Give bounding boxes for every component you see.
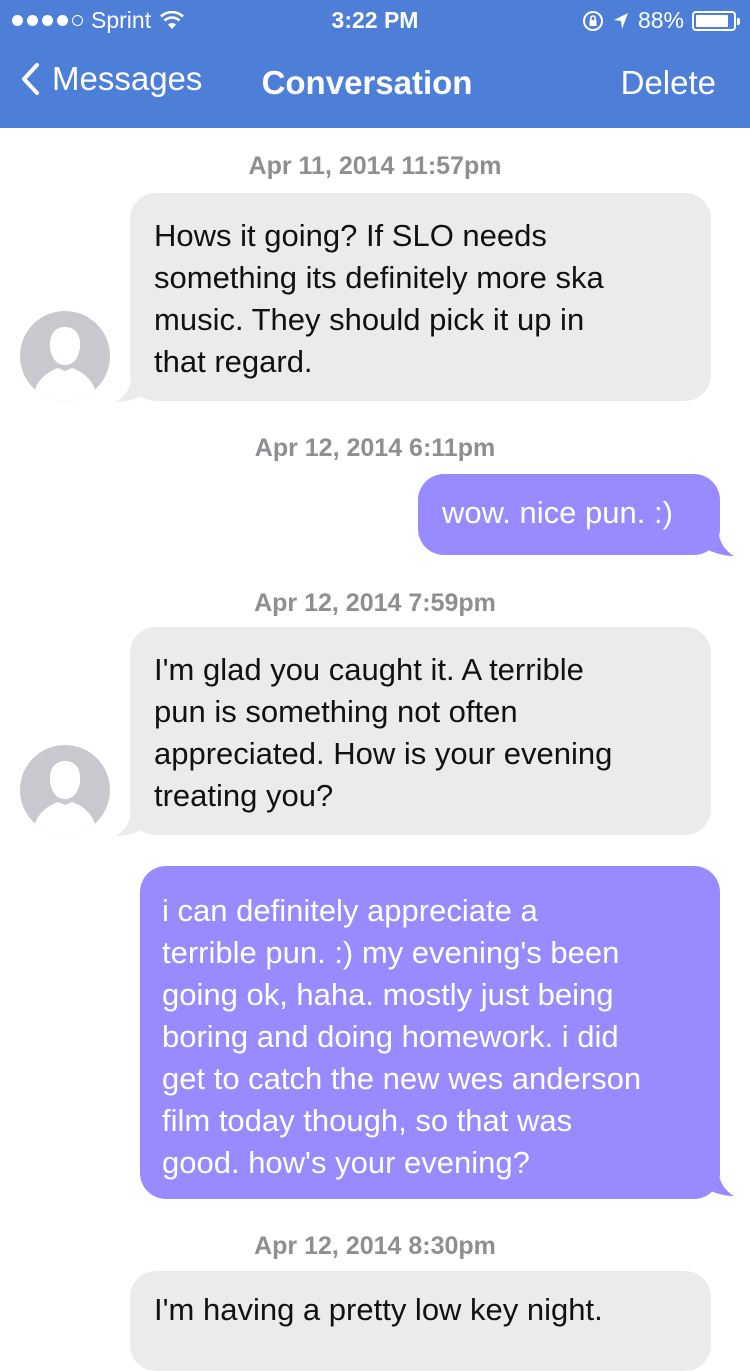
- battery-fill: [696, 14, 728, 27]
- message-timestamp: Apr 12, 2014 8:30pm: [254, 1232, 496, 1260]
- message-line: boring and doing homework. i did: [162, 1019, 619, 1054]
- person-silhouette-icon: [34, 327, 96, 401]
- message-line: good. how's your evening?: [162, 1145, 530, 1180]
- message-line: appreciated. How is your evening: [154, 736, 613, 771]
- status-right: 88%: [582, 7, 740, 34]
- chevron-left-icon: [22, 63, 39, 95]
- message-timestamp: Apr 11, 2014 11:57pm: [248, 152, 502, 180]
- header-bar: Sprint 3:22 PM 88% Messages Conversation…: [0, 0, 750, 128]
- person-silhouette-icon: [34, 761, 96, 835]
- message-line: film today though, so that was: [162, 1103, 573, 1138]
- message-line: wow. nice pun. :): [442, 495, 673, 530]
- message-bubble-outgoing[interactable]: i can definitely appreciate a terrible p…: [140, 866, 720, 1199]
- message-line: I'm glad you caught it. A terrible: [154, 652, 584, 687]
- battery-icon: [692, 10, 740, 31]
- message-bubble-incoming[interactable]: I'm glad you caught it. A terrible pun i…: [130, 627, 711, 835]
- message-line: treating you?: [154, 778, 334, 813]
- message-line: get to catch the new wes anderson: [162, 1061, 642, 1096]
- message-line: pun is something not often: [154, 694, 518, 729]
- message-bubble-outgoing[interactable]: wow. nice pun. :): [418, 474, 720, 555]
- message-line: Hows it going? If SLO needs: [154, 218, 547, 253]
- message-line: that regard.: [154, 344, 313, 379]
- message-bubble-incoming[interactable]: I'm having a pretty low key night.: [130, 1271, 711, 1371]
- rotation-lock-icon: [582, 10, 603, 31]
- message-line: I'm having a pretty low key night.: [154, 1292, 603, 1327]
- message-timestamp: Apr 12, 2014 7:59pm: [254, 589, 496, 617]
- message-line: music. They should pick it up in: [154, 302, 585, 337]
- avatar: [20, 745, 110, 835]
- avatar: [20, 311, 110, 401]
- back-button[interactable]: Messages: [20, 60, 202, 98]
- location-arrow-icon: [613, 12, 628, 29]
- back-button-label: Messages: [52, 60, 203, 97]
- status-bar: Sprint 3:22 PM 88%: [0, 0, 750, 40]
- message-line: something its definitely more ska: [154, 260, 604, 295]
- message-line: terrible pun. :) my evening's been: [162, 935, 620, 970]
- delete-button[interactable]: Delete: [621, 64, 716, 102]
- message-line: going ok, haha. mostly just being: [162, 977, 614, 1012]
- message-bubble-incoming[interactable]: Hows it going? If SLO needs something it…: [130, 193, 711, 401]
- message-timestamp: Apr 12, 2014 6:11pm: [254, 434, 496, 462]
- page-title-text: Conversation: [261, 64, 473, 101]
- battery-percent: 88%: [637, 7, 684, 33]
- message-line: i can definitely appreciate a: [162, 893, 538, 928]
